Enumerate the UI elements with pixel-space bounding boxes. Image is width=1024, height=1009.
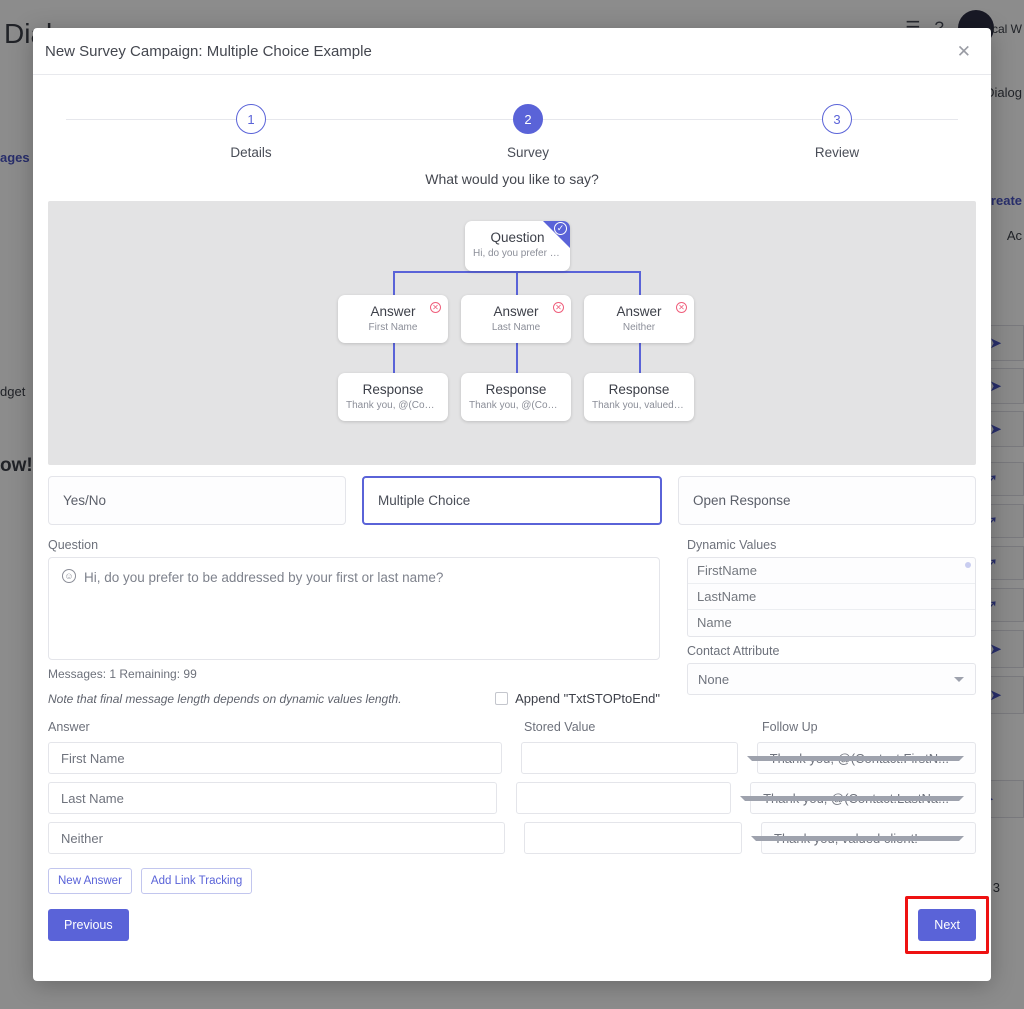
- flow-node-answer[interactable]: ✕ Answer Last Name: [461, 295, 571, 343]
- table-row: First Name Thank you, @(Contact.FirstN..…: [48, 742, 976, 774]
- step-survey[interactable]: 2 Survey: [468, 97, 588, 160]
- answer-input[interactable]: Neither: [48, 822, 505, 854]
- answer-input[interactable]: Last Name: [48, 782, 498, 814]
- type-option-multiple-choice[interactable]: Multiple Choice: [362, 476, 662, 525]
- close-circle-icon[interactable]: ✕: [676, 302, 687, 313]
- table-row: Neither Thank you, valued client!: [48, 822, 976, 854]
- node-subtitle: Thank you, @(Contac...: [469, 400, 571, 411]
- question-column: Question ☺ Hi, do you prefer to be addre…: [48, 538, 660, 706]
- dynamic-value-item[interactable]: FirstName: [688, 558, 975, 584]
- close-circle-icon[interactable]: ✕: [430, 302, 441, 313]
- step-details[interactable]: 1 Details: [191, 97, 311, 160]
- chevron-down-icon: [746, 756, 964, 761]
- step-review[interactable]: 3 Review: [777, 97, 897, 160]
- node-subtitle: Thank you, @(Contac...: [346, 400, 448, 411]
- scrollbar-indicator[interactable]: [965, 562, 971, 568]
- note-row: Note that final message length depends o…: [48, 691, 660, 706]
- answer-actions: New Answer Add Link Tracking: [48, 868, 976, 894]
- contact-attribute-select[interactable]: None: [687, 663, 976, 695]
- modal-title: New Survey Campaign: Multiple Choice Exa…: [45, 42, 372, 60]
- step-2-label: Survey: [506, 145, 550, 160]
- header-stored-value: Stored Value: [524, 720, 596, 734]
- node-subtitle: Last Name: [491, 322, 541, 333]
- next-button-wrapper: Next: [905, 896, 989, 954]
- flow-edge: [639, 271, 641, 296]
- flow-node-answer[interactable]: ✕ Answer First Name: [338, 295, 448, 343]
- modal-body: 1 Details 2 Survey 3 Review What would y…: [33, 97, 991, 954]
- header-follow-up: Follow Up: [762, 720, 818, 734]
- follow-up-select[interactable]: Thank you, valued client!: [751, 822, 976, 854]
- contact-attribute-label: Contact Attribute: [687, 644, 780, 658]
- new-answer-button[interactable]: New Answer: [48, 868, 132, 894]
- append-label: Append "TxtSTOPtoEnd": [515, 691, 660, 706]
- flow-node-answer[interactable]: ✕ Answer Neither: [584, 295, 694, 343]
- node-subtitle: Hi, do you prefer to b...: [473, 248, 570, 259]
- node-title: Response: [485, 382, 547, 397]
- type-option-yes-no[interactable]: Yes/No: [48, 476, 346, 525]
- dynamic-values-label: Dynamic Values: [687, 538, 777, 552]
- check-circle-icon: ✓: [554, 222, 567, 235]
- step-3-label: Review: [814, 145, 860, 160]
- dynamic-values-list[interactable]: FirstName LastName Name: [687, 557, 976, 637]
- flow-edge: [393, 343, 395, 373]
- stored-value-input[interactable]: [516, 782, 732, 814]
- type-option-open-response[interactable]: Open Response: [678, 476, 976, 525]
- flow-node-response[interactable]: Response Thank you, @(Contac...: [338, 373, 448, 421]
- flow-edge: [516, 343, 518, 373]
- step-1-circle: 1: [236, 104, 266, 134]
- flow-node-response[interactable]: Response Thank you, @(Contac...: [461, 373, 571, 421]
- header-answer: Answer: [48, 720, 90, 734]
- follow-up-select[interactable]: Thank you, @(Contact.FirstN...: [746, 742, 976, 774]
- length-note: Note that final message length depends o…: [48, 691, 402, 706]
- stored-value-input[interactable]: [524, 822, 742, 854]
- step-3-circle: 3: [822, 104, 852, 134]
- question-section: Question ☺ Hi, do you prefer to be addre…: [48, 538, 976, 706]
- node-title: Response: [362, 382, 424, 397]
- survey-type-selector: Yes/No Multiple Choice Open Response: [48, 476, 976, 525]
- stored-value-input[interactable]: [520, 742, 738, 774]
- step-1-label: Details: [230, 145, 272, 160]
- modal-header: New Survey Campaign: Multiple Choice Exa…: [33, 28, 991, 75]
- node-subtitle: Neither: [622, 322, 656, 333]
- dynamic-values-column: Dynamic Values FirstName LastName Name C…: [687, 538, 976, 706]
- table-row: Last Name Thank you, @(Contact.LastNa...: [48, 782, 976, 814]
- dynamic-value-item[interactable]: Name: [688, 610, 975, 636]
- add-link-tracking-button[interactable]: Add Link Tracking: [140, 868, 253, 894]
- flow-edge: [393, 271, 641, 273]
- flow-node-question[interactable]: ✓ Question Hi, do you prefer to b...: [465, 221, 570, 271]
- node-title: Response: [608, 382, 670, 397]
- question-value: Hi, do you prefer to be addressed by you…: [84, 570, 444, 585]
- smiley-icon[interactable]: ☺: [62, 569, 76, 583]
- survey-flow-canvas[interactable]: ✓ Question Hi, do you prefer to b... ✕ A…: [48, 201, 976, 465]
- flow-edge: [393, 271, 395, 296]
- flow-edge: [639, 343, 641, 373]
- survey-campaign-modal: New Survey Campaign: Multiple Choice Exa…: [33, 28, 991, 981]
- question-label: Question: [48, 538, 99, 552]
- close-circle-icon[interactable]: ✕: [553, 302, 564, 313]
- follow-up-select[interactable]: Thank you, @(Contact.LastNa...: [740, 782, 976, 814]
- chevron-down-icon: [954, 677, 964, 682]
- append-stop-toggle[interactable]: Append "TxtSTOPtoEnd": [495, 691, 660, 706]
- next-button[interactable]: Next: [918, 909, 976, 941]
- append-checkbox[interactable]: [495, 692, 509, 705]
- step-2-circle: 2: [513, 104, 543, 134]
- previous-button[interactable]: Previous: [48, 909, 129, 941]
- wizard-stepper: 1 Details 2 Survey 3 Review: [48, 97, 976, 175]
- flow-node-response[interactable]: Response Thank you, valued cli...: [584, 373, 694, 421]
- chevron-down-icon: [751, 836, 964, 841]
- contact-attribute-value: None: [698, 671, 730, 687]
- node-subtitle: First Name: [368, 322, 418, 333]
- question-input[interactable]: ☺ Hi, do you prefer to be addressed by y…: [48, 557, 660, 660]
- message-count: Messages: 1 Remaining: 99: [48, 667, 197, 681]
- close-icon[interactable]: ✕: [953, 41, 975, 62]
- dynamic-value-item[interactable]: LastName: [688, 584, 975, 610]
- modal-footer: Previous Next: [48, 896, 989, 954]
- chevron-down-icon: [740, 796, 964, 801]
- node-subtitle: Thank you, valued cli...: [592, 400, 694, 411]
- answer-input[interactable]: First Name: [48, 742, 502, 774]
- answers-table-header: Answer Stored Value Follow Up: [48, 720, 976, 734]
